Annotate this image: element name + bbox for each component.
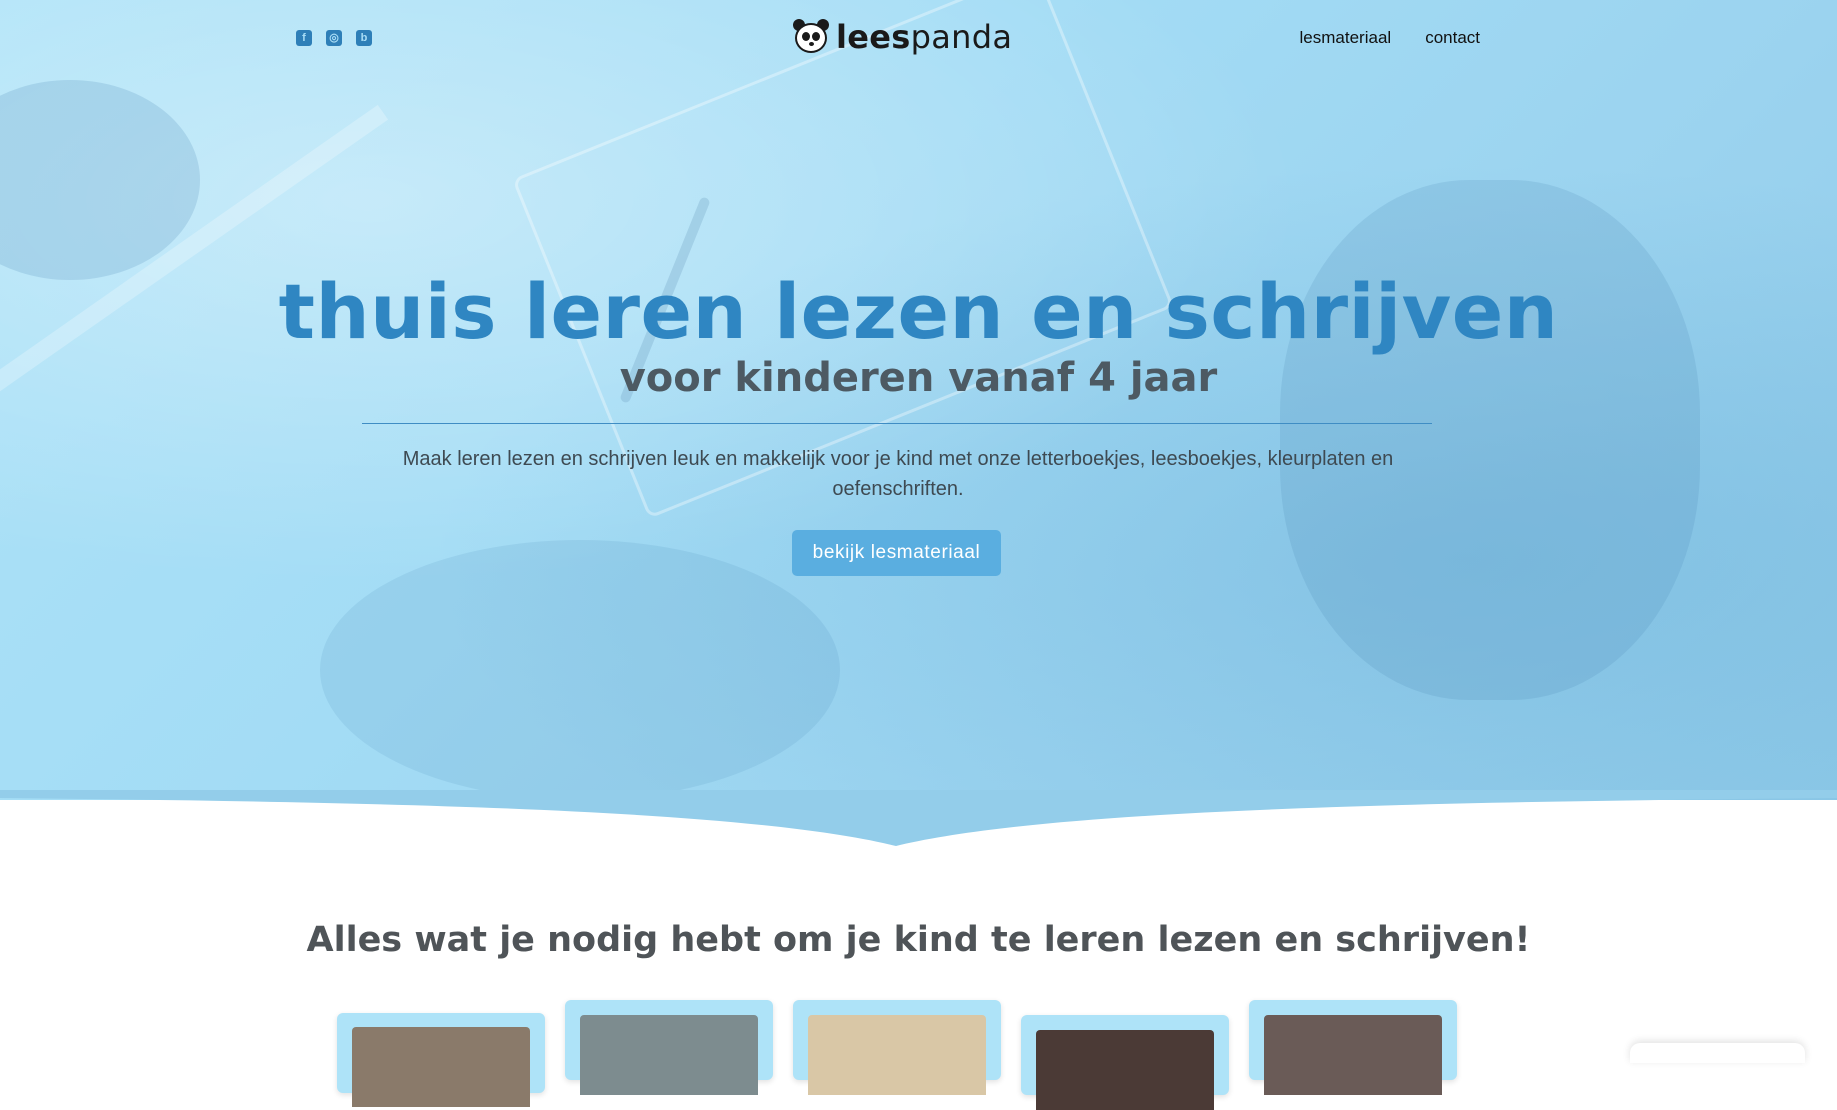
card-image <box>808 1015 986 1095</box>
section-title: Alles wat je nodig hebt om je kind te le… <box>306 920 1531 960</box>
main-nav: lesmateriaal contact <box>1300 28 1480 48</box>
site-logo[interactable]: leespanda <box>792 18 1012 56</box>
logo-text: leespanda <box>836 18 1013 56</box>
hero-section: f ◎ b leespanda lesmateriaal contact thu… <box>0 0 1837 800</box>
material-card[interactable] <box>337 1013 545 1107</box>
hero-intro: Maak leren lezen en schrijven leuk en ma… <box>402 448 1394 500</box>
card-image <box>580 1015 758 1095</box>
top-bar: f ◎ b leespanda lesmateriaal contact <box>0 0 1837 80</box>
material-card[interactable] <box>1021 1015 1229 1110</box>
panda-icon <box>792 19 830 55</box>
nav-lesmateriaal[interactable]: lesmateriaal <box>1300 28 1392 48</box>
material-cards <box>337 1000 1457 1110</box>
view-materials-button[interactable]: bekijk lesmateriaal <box>792 530 1001 576</box>
background-photo-shape <box>320 540 840 800</box>
card-image <box>1264 1015 1442 1095</box>
facebook-icon[interactable]: f <box>296 30 312 46</box>
instagram-icon[interactable]: ◎ <box>326 30 342 46</box>
chat-widget[interactable] <box>1630 1043 1805 1063</box>
background-photo-shape <box>1280 180 1700 700</box>
material-card[interactable] <box>1249 1000 1457 1095</box>
hero-wave-divider <box>0 790 1837 846</box>
card-image <box>1036 1030 1214 1110</box>
background-photo-shape <box>0 80 200 280</box>
card-image <box>352 1027 530 1107</box>
material-card[interactable] <box>565 1000 773 1095</box>
hero-subtitle: voor kinderen vanaf 4 jaar <box>619 355 1218 401</box>
social-links: f ◎ b <box>296 30 372 46</box>
hero-divider <box>362 423 1432 424</box>
material-card[interactable] <box>793 1000 1001 1095</box>
nav-contact[interactable]: contact <box>1425 28 1480 48</box>
hero-title: thuis leren lezen en schrijven <box>278 267 1559 356</box>
blog-icon[interactable]: b <box>356 30 372 46</box>
